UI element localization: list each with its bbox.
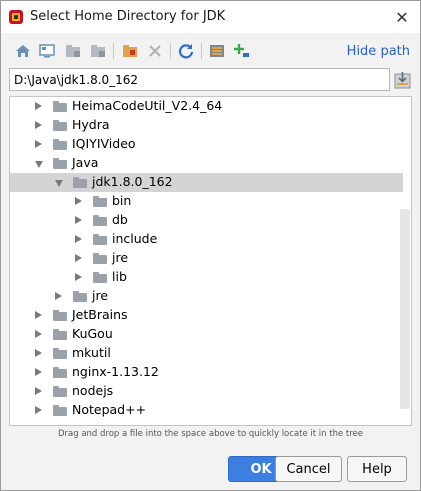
tree-item-label: IQIYIVideo	[72, 136, 136, 151]
expand-arrow-icon[interactable]	[35, 311, 42, 319]
folder-icon	[73, 291, 87, 302]
tree-item-label: mkutil	[72, 345, 111, 360]
toolbar-separator	[113, 43, 114, 59]
expand-arrow-icon[interactable]	[75, 273, 82, 281]
tree-item-label: jdk1.8.0_162	[92, 174, 173, 189]
expand-arrow-icon[interactable]	[35, 406, 42, 414]
path-input[interactable]	[10, 69, 389, 90]
folder-icon	[53, 310, 67, 321]
module-icon[interactable]	[89, 42, 107, 60]
folder-icon	[93, 253, 107, 264]
tree-row[interactable]: nodejs	[10, 382, 403, 401]
expand-arrow-icon[interactable]	[75, 235, 82, 243]
show-hidden-icon[interactable]	[208, 42, 226, 60]
folder-icon	[53, 101, 67, 112]
project-icon[interactable]	[64, 42, 82, 60]
tree-item-label: db	[112, 212, 128, 227]
folder-icon	[53, 120, 67, 131]
folder-icon	[53, 405, 67, 416]
tree-item-label: jre	[112, 250, 129, 265]
tree-item-label: KuGou	[72, 326, 113, 341]
tree-item-label: nginx-1.13.12	[72, 364, 159, 379]
tree-row[interactable]: jre	[10, 249, 403, 268]
expand-arrow-icon[interactable]	[35, 140, 42, 148]
cancel-button[interactable]: Cancel	[275, 456, 342, 482]
expand-icon[interactable]	[233, 42, 251, 60]
toolbar-separator	[170, 43, 171, 59]
expand-arrow-icon[interactable]	[55, 292, 62, 300]
folder-icon	[53, 348, 67, 359]
directory-tree[interactable]: Notepad++ nodejs nginx-1.13.12 mkutil KuGou J…	[9, 96, 412, 426]
path-refresh-icon[interactable]	[394, 70, 411, 89]
new-folder-icon[interactable]	[121, 42, 139, 60]
tree-row[interactable]: Java	[10, 154, 403, 173]
folder-icon	[93, 215, 107, 226]
collapse-arrow-icon[interactable]	[35, 161, 43, 168]
hide-path-link[interactable]: Hide path	[347, 44, 410, 59]
tree-item-label: nodejs	[72, 383, 114, 398]
home-icon[interactable]	[14, 42, 32, 60]
tree-row[interactable]: Notepad++	[10, 401, 403, 420]
tree-row[interactable]: jdk1.8.0_162	[10, 173, 403, 192]
tree-row[interactable]: lib	[10, 268, 403, 287]
expand-arrow-icon[interactable]	[35, 349, 42, 357]
close-button[interactable]: ✕	[392, 7, 412, 27]
tree-row[interactable]: mkutil	[10, 344, 403, 363]
folder-icon	[53, 329, 67, 340]
folder-icon	[93, 196, 107, 207]
folder-icon	[93, 234, 107, 245]
select-home-directory-dialog: Select Home Directory for JDK ✕ Hide pat…	[0, 0, 421, 491]
tree-row[interactable]: IQIYIVideo	[10, 135, 403, 154]
tree-item-label: Hydra	[72, 117, 110, 132]
delete-icon[interactable]	[146, 42, 164, 60]
help-button[interactable]: Help	[347, 456, 407, 482]
title-bar: Select Home Directory for JDK ✕	[1, 1, 420, 33]
expand-arrow-icon[interactable]	[75, 197, 82, 205]
tree-row[interactable]: Hydra	[10, 116, 403, 135]
tree-row[interactable]: bin	[10, 192, 403, 211]
tree-item-label: HeimaCodeUtil_V2.4_64	[72, 98, 223, 113]
tree-scrollbar[interactable]	[400, 209, 410, 409]
folder-icon	[53, 386, 67, 397]
expand-arrow-icon[interactable]	[75, 216, 82, 224]
tree-item-label: JetBrains	[72, 307, 128, 322]
tree-row[interactable]: JetBrains	[10, 306, 403, 325]
expand-arrow-icon[interactable]	[35, 387, 42, 395]
folder-icon	[73, 177, 87, 188]
expand-arrow-icon[interactable]	[35, 121, 42, 129]
refresh-icon[interactable]	[177, 42, 195, 60]
tree-item-label: lib	[112, 269, 127, 284]
tree-row[interactable]: KuGou	[10, 325, 403, 344]
expand-arrow-icon[interactable]	[35, 368, 42, 376]
tree-row[interactable]: include	[10, 230, 403, 249]
desktop-icon[interactable]	[38, 42, 56, 60]
tree-item-label: bin	[112, 193, 132, 208]
tree-item-label: jre	[92, 288, 109, 303]
tree-row[interactable]: db	[10, 211, 403, 230]
tree-row[interactable]: nginx-1.13.12	[10, 363, 403, 382]
expand-arrow-icon[interactable]	[75, 254, 82, 262]
tree-row[interactable]: HeimaCodeUtil_V2.4_64	[10, 97, 403, 116]
collapse-arrow-icon[interactable]	[55, 180, 63, 187]
folder-icon	[53, 139, 67, 150]
intellij-app-icon	[9, 10, 23, 24]
folder-icon	[53, 367, 67, 378]
expand-arrow-icon[interactable]	[35, 102, 42, 110]
drag-drop-hint: Drag and drop a file into the space abov…	[57, 429, 363, 439]
folder-icon	[53, 158, 67, 169]
toolbar: Hide path	[1, 34, 420, 68]
tree-item-label: Java	[72, 155, 99, 170]
path-field[interactable]	[9, 68, 390, 91]
tree-item-label: Notepad++	[72, 402, 147, 417]
toolbar-separator	[201, 43, 202, 59]
expand-arrow-icon[interactable]	[35, 330, 42, 338]
tree-item-label: include	[112, 231, 158, 246]
tree-row[interactable]: jre	[10, 287, 403, 306]
folder-icon	[93, 272, 107, 283]
window-title: Select Home Directory for JDK	[30, 9, 226, 24]
